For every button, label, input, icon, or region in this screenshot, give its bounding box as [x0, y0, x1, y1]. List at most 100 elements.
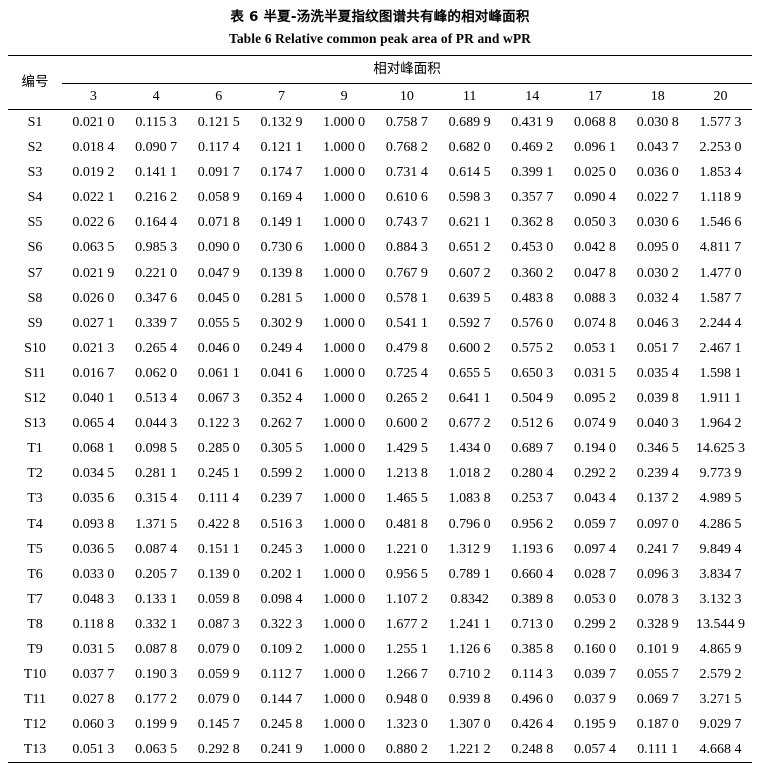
table-row: S9 0.027 1 0.339 7 0.055 5 0.302 9 1.000 0 0.5… [8, 311, 752, 336]
cell-S10-col18: 0.051 7 [636, 340, 679, 356]
cell-T2-col7: 0.599 2 [260, 466, 303, 482]
cell-T9-col3: 0.031 5 [72, 641, 115, 657]
row-id-cell: S6 [27, 240, 43, 256]
table-row: T5 0.036 5 0.087 4 0.151 1 0.245 3 1.000 0 1.2… [8, 537, 752, 562]
cell-S13-col17: 0.074 9 [573, 416, 616, 432]
cell-S1-col10: 0.758 7 [385, 115, 428, 130]
cell-S7-col9: 1.000 0 [323, 265, 366, 281]
cell-T10-col14: 0.114 3 [511, 667, 554, 683]
cell-T10-col6: 0.059 9 [197, 667, 240, 683]
cell-S10-col6: 0.046 0 [197, 340, 240, 356]
cell-T11-col3: 0.027 8 [72, 692, 115, 708]
header-col-4: 4 [124, 83, 188, 110]
cell-T8-col4: 0.332 1 [135, 616, 178, 632]
cell-S1-col4: 0.115 3 [135, 115, 177, 130]
cell-T5-col17: 0.097 4 [573, 541, 616, 557]
table-row: T13 0.051 3 0.063 5 0.292 8 0.241 9 1.000 0 0.… [8, 737, 752, 763]
cell-T10-col9: 1.000 0 [323, 667, 366, 683]
row-id-cell: S4 [27, 190, 43, 206]
cell-T5-col10: 1.221 0 [385, 541, 428, 557]
cell-T4-col20: 4.286 5 [699, 516, 742, 532]
cell-T2-col18: 0.239 4 [636, 466, 679, 482]
cell-S4-col9: 1.000 0 [323, 190, 366, 206]
cell-T3-col7: 0.239 7 [260, 491, 303, 507]
row-id-cell: S2 [27, 140, 43, 156]
header-col-9: 9 [312, 83, 376, 110]
cell-S13-col4: 0.044 3 [135, 416, 178, 432]
cell-S12-col3: 0.040 1 [72, 391, 115, 407]
cell-S3-col11: 0.614 5 [448, 165, 491, 181]
cell-T8-col9: 1.000 0 [323, 616, 366, 632]
cell-S11-col14: 0.650 3 [511, 365, 554, 381]
cell-T9-col18: 0.101 9 [636, 641, 679, 657]
cell-T6-col17: 0.028 7 [573, 566, 616, 582]
cell-S6-col4: 0.985 3 [135, 240, 178, 256]
cell-T2-col11: 1.018 2 [448, 466, 491, 482]
cell-T1-col6: 0.285 0 [197, 441, 240, 457]
cell-T2-col6: 0.245 1 [197, 466, 240, 482]
cell-T10-col18: 0.055 7 [636, 667, 679, 683]
cell-S7-col20: 1.477 0 [699, 265, 742, 281]
cell-S9-col17: 0.074 8 [573, 315, 616, 331]
cell-S3-col3: 0.019 2 [72, 165, 115, 181]
cell-T10-col3: 0.037 7 [72, 667, 115, 683]
cell-T8-col6: 0.087 3 [197, 616, 240, 632]
table-body: S1 0.021 0 0.115 3 0.121 5 0.132 9 1.000 0 0.7… [8, 110, 752, 763]
cell-S11-col6: 0.061 1 [197, 365, 240, 381]
row-id-cell: T1 [27, 441, 43, 457]
header-col-11: 11 [438, 83, 501, 110]
cell-S13-col3: 0.065 4 [72, 416, 115, 432]
cell-S11-col3: 0.016 7 [72, 365, 115, 381]
cell-S8-col20: 1.587 7 [699, 290, 742, 306]
cell-T13-col11: 1.221 2 [438, 737, 501, 763]
table-row: T6 0.033 0 0.205 7 0.139 0 0.202 1 1.000 0 0.9… [8, 562, 752, 587]
cell-S5-col3: 0.022 6 [72, 215, 115, 231]
cell-S5-col18: 0.030 6 [636, 215, 679, 231]
cell-T13-col7: 0.241 9 [250, 737, 313, 763]
row-id-cell: T9 [27, 641, 43, 657]
cell-T3-col14: 0.253 7 [511, 491, 554, 507]
cell-T5-col9: 1.000 0 [323, 541, 366, 557]
cell-S5-col9: 1.000 0 [323, 215, 366, 231]
cell-T3-col3: 0.035 6 [72, 491, 115, 507]
cell-S3-col20: 1.853 4 [699, 165, 742, 181]
cell-T8-col11: 1.241 1 [448, 616, 491, 632]
cell-S9-col7: 0.302 9 [260, 315, 303, 331]
cell-T9-col11: 1.126 6 [448, 641, 491, 657]
cell-S10-col10: 0.479 8 [385, 340, 428, 356]
row-id-cell: S7 [27, 265, 43, 281]
cell-T13-col20: 4.668 4 [689, 737, 752, 763]
cell-S1-col3: 0.021 0 [72, 115, 115, 130]
cell-T13-col10: 0.880 2 [375, 737, 439, 763]
cell-S4-col7: 0.169 4 [260, 190, 303, 206]
cell-S6-col10: 0.884 3 [385, 240, 428, 256]
cell-S13-col18: 0.040 3 [636, 416, 679, 432]
cell-S12-col20: 1.911 1 [699, 391, 742, 407]
cell-S1-col14: 0.431 9 [511, 115, 554, 130]
cell-S13-col11: 0.677 2 [448, 416, 491, 432]
cell-T10-col20: 2.579 2 [699, 667, 742, 683]
cell-T4-col18: 0.097 0 [636, 516, 679, 532]
cell-S6-col14: 0.453 0 [511, 240, 554, 256]
cell-T5-col18: 0.241 7 [636, 541, 679, 557]
cell-S8-col18: 0.032 4 [636, 290, 679, 306]
cell-S2-col9: 1.000 0 [323, 140, 366, 156]
cell-T10-col11: 0.710 2 [448, 667, 491, 683]
header-col-14: 14 [500, 83, 564, 110]
cell-S3-col17: 0.025 0 [573, 165, 616, 181]
row-id-cell: T5 [27, 541, 43, 557]
cell-S8-col7: 0.281 5 [260, 290, 303, 306]
cell-S12-col17: 0.095 2 [573, 391, 616, 407]
table-row: T4 0.093 8 1.371 5 0.422 8 0.516 3 1.000 0 0.4… [8, 512, 752, 537]
cell-S4-col3: 0.022 1 [72, 190, 115, 206]
cell-S4-col11: 0.598 3 [448, 190, 491, 206]
cell-T1-col17: 0.194 0 [573, 441, 616, 457]
cell-T4-col4: 1.371 5 [135, 516, 178, 532]
cell-S2-col11: 0.682 0 [448, 140, 491, 156]
cell-T6-col14: 0.660 4 [511, 566, 554, 582]
table-row: T11 0.027 8 0.177 2 0.079 0 0.144 7 1.000 0 0.… [8, 687, 752, 712]
cell-S7-col11: 0.607 2 [448, 265, 491, 281]
cell-T11-col14: 0.496 0 [511, 692, 554, 708]
cell-T11-col18: 0.069 7 [636, 692, 679, 708]
cell-T13-col17: 0.057 4 [563, 737, 627, 763]
